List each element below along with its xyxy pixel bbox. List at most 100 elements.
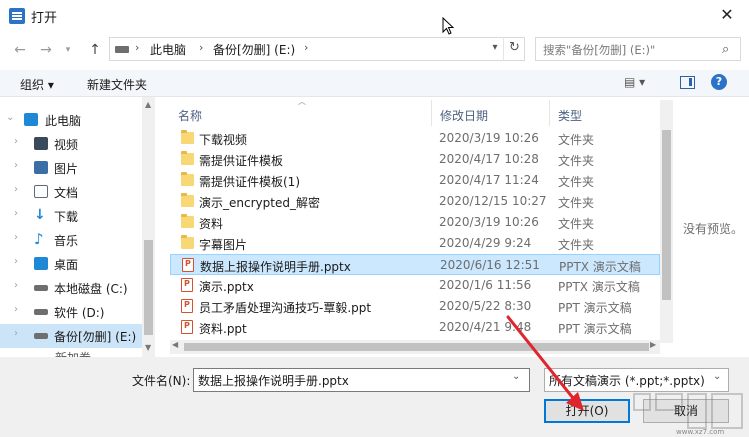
file-list-vertical-scrollbar-thumb[interactable]: [662, 130, 671, 300]
tree-item-drive-c[interactable]: › 本地磁盘 (C:): [0, 276, 142, 300]
file-date: 2020/4/17 10:28: [439, 152, 539, 166]
new-folder-button[interactable]: 新建文件夹: [87, 76, 147, 93]
chevron-down-icon[interactable]: ⌄: [512, 371, 520, 382]
file-type: 文件夹: [558, 217, 595, 231]
address-dropdown-icon[interactable]: ▾: [485, 37, 505, 61]
chevron-right-icon[interactable]: ›: [14, 184, 18, 195]
powerpoint-file-icon: [181, 299, 193, 313]
tree-item-videos[interactable]: › 视频: [0, 132, 142, 156]
mouse-cursor-icon: [442, 17, 455, 35]
chevron-right-icon[interactable]: ›: [14, 232, 18, 243]
chevron-down-icon[interactable]: ⌄: [6, 112, 14, 123]
tree-item-this-pc[interactable]: ⌄ 此电脑: [0, 108, 142, 132]
file-name: 资料: [199, 217, 224, 231]
organize-menu[interactable]: 组织 ▾: [20, 76, 54, 93]
folder-row[interactable]: 需提供证件模板(1) 2020/4/17 11:24 文件夹: [170, 170, 660, 191]
tree-item-partial[interactable]: 新加卷: [55, 349, 91, 357]
desktop-folder-icon: [34, 257, 48, 270]
tree-item-documents[interactable]: › 文档: [0, 180, 142, 204]
tree-item-drive-e[interactable]: › 备份[勿删] (E:): [0, 324, 142, 348]
file-name: 员工矛盾处理沟通技巧-覃毅.ppt: [199, 301, 372, 315]
tree-label: 视频: [54, 138, 79, 152]
recent-locations-chevron-icon[interactable]: ▾: [58, 40, 78, 60]
open-button[interactable]: 打开(O): [544, 399, 630, 423]
tree-label: 图片: [54, 162, 79, 176]
filename-input[interactable]: 数据上报操作说明手册.pptx ⌄: [193, 368, 530, 392]
scroll-left-icon[interactable]: ◀: [172, 340, 178, 349]
folder-row[interactable]: 资料 2020/3/19 10:26 文件夹: [170, 212, 660, 233]
scroll-down-icon[interactable]: ▼: [145, 343, 151, 352]
chevron-right-icon[interactable]: ›: [304, 41, 308, 54]
file-name: 数据上报操作说明手册.pptx: [200, 260, 351, 274]
chevron-right-icon[interactable]: ›: [14, 328, 18, 339]
file-type: 文件夹: [558, 196, 595, 210]
address-bar[interactable]: › 此电脑 › 备份[勿删] (E:) ›: [109, 37, 525, 61]
tree-label: 文档: [54, 186, 79, 200]
navigation-pane: ⌄ 此电脑 › 视频 › 图片 › 文档 › ↓ 下载 › ♪ 音乐 › 桌面 …: [0, 97, 155, 357]
tree-item-drive-d[interactable]: › 软件 (D:): [0, 300, 142, 324]
up-arrow-icon[interactable]: ↑: [85, 40, 105, 60]
file-row[interactable]: 演示.pptx 2020/1/6 11:56 PPTX 演示文稿: [170, 275, 660, 296]
folder-icon: [181, 235, 194, 249]
file-type: PPTX 演示文稿: [558, 280, 640, 294]
file-date: 2020/3/19 10:26: [439, 131, 539, 145]
tree-item-desktop[interactable]: › 桌面: [0, 252, 142, 276]
chevron-right-icon[interactable]: ›: [199, 41, 203, 54]
file-date: 2020/3/19 10:26: [439, 215, 539, 229]
close-button[interactable]: ✕: [705, 0, 749, 32]
breadcrumb-this-pc[interactable]: 此电脑: [150, 41, 186, 58]
tree-item-downloads[interactable]: › ↓ 下载: [0, 204, 142, 228]
search-input[interactable]: 搜索"备份[勿删] (E:)" ⌕: [535, 37, 741, 61]
file-name: 演示.pptx: [199, 280, 254, 294]
tree-item-music[interactable]: › ♪ 音乐: [0, 228, 142, 252]
column-header-date[interactable]: 修改日期: [432, 100, 550, 126]
navigation-scrollbar-thumb[interactable]: [144, 240, 153, 335]
file-row[interactable]: 员工矛盾处理沟通技巧-覃毅.ppt 2020/5/22 8:30 PPT 演示文稿: [170, 296, 660, 317]
chevron-right-icon[interactable]: ›: [135, 41, 139, 54]
scroll-right-icon[interactable]: ▶: [650, 340, 656, 349]
toolbar: 组织 ▾ 新建文件夹 ▤ ▾: [0, 70, 749, 97]
breadcrumb-drive-e[interactable]: 备份[勿删] (E:): [213, 41, 295, 58]
folder-row[interactable]: 演示_encrypted_解密 2020/12/15 10:27 文件夹: [170, 191, 660, 212]
preview-pane-icon[interactable]: [680, 76, 695, 89]
preview-pane-message: 没有预览。: [683, 222, 744, 236]
file-date: 2020/1/6 11:56: [439, 278, 532, 292]
folder-icon: [181, 130, 194, 144]
chevron-down-icon[interactable]: ⌄: [713, 371, 721, 382]
tree-label: 音乐: [54, 234, 79, 248]
back-arrow-icon[interactable]: ←: [10, 40, 30, 60]
chevron-right-icon[interactable]: ›: [14, 136, 18, 147]
refresh-icon[interactable]: ↻: [503, 37, 525, 61]
forward-arrow-icon[interactable]: →: [36, 40, 56, 60]
filename-value: 数据上报操作说明手册.pptx: [198, 374, 349, 388]
tree-item-pictures[interactable]: › 图片: [0, 156, 142, 180]
chevron-right-icon[interactable]: ›: [14, 256, 18, 267]
file-type: PPTX 演示文稿: [559, 260, 641, 274]
folder-row[interactable]: 下载视频 2020/3/19 10:26 文件夹: [170, 128, 660, 149]
folder-row[interactable]: 需提供证件模板 2020/4/17 10:28 文件夹: [170, 149, 660, 170]
chevron-right-icon[interactable]: ›: [14, 160, 18, 171]
file-date: 2020/4/29 9:24: [439, 236, 532, 250]
help-icon[interactable]: ?: [711, 74, 727, 90]
file-row[interactable]: 数据上报操作说明手册.pptx 2020/6/16 12:51 PPTX 演示文稿: [170, 254, 660, 275]
search-icon[interactable]: ⌕: [722, 42, 729, 57]
file-list-horizontal-scrollbar-thumb[interactable]: [184, 343, 649, 351]
file-name: 资料.ppt: [199, 322, 247, 336]
chevron-right-icon[interactable]: ›: [14, 280, 18, 291]
chevron-right-icon[interactable]: ›: [14, 208, 18, 219]
folder-icon: [181, 214, 194, 228]
tree-label: 此电脑: [45, 114, 82, 128]
view-options-icon[interactable]: ▤ ▾: [624, 75, 645, 89]
file-row[interactable]: 资料.ppt 2020/4/21 9:48 PPT 演示文稿: [170, 317, 660, 338]
tree-label: 下载: [54, 210, 79, 224]
file-type: 文件夹: [558, 175, 595, 189]
download-arrow-icon: ↓: [34, 207, 46, 223]
scroll-up-icon[interactable]: ▲: [145, 100, 151, 109]
column-header-type[interactable]: 类型: [550, 100, 660, 126]
folder-row[interactable]: 字幕图片 2020/4/29 9:24 文件夹: [170, 233, 660, 254]
chevron-right-icon[interactable]: ›: [14, 304, 18, 315]
tree-label: 软件 (D:): [54, 306, 105, 320]
column-header-name[interactable]: 名称: [170, 100, 432, 126]
folder-icon: [181, 172, 194, 186]
window-title: 打开: [31, 11, 58, 26]
